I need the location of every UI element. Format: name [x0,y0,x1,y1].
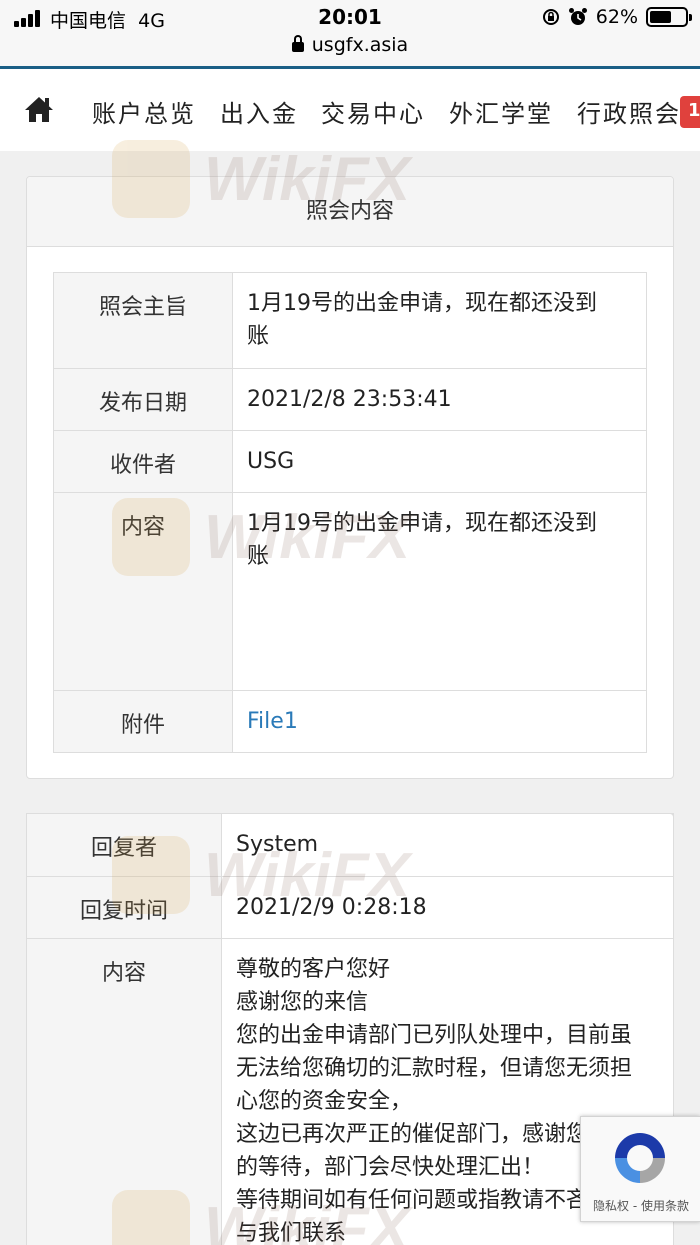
rotation-lock-icon [542,9,559,25]
replier-label: 回复者 [26,813,222,877]
battery-percent: 62% [595,6,638,28]
reply-time-value: 2021/2/9 0:28:18 [221,876,674,939]
table-row: 回复时间 2021/2/9 0:28:18 [26,876,674,939]
table-row: 内容 尊敬的客户您好 感谢您的来信 您的出金申请部门已列队处理中，目前虽无法给您… [26,938,674,1245]
recipient-value: USG [232,430,647,493]
nav-item-deposit-withdraw[interactable]: 出入金 [220,94,298,129]
recaptcha-privacy-link[interactable]: 隐私权 [593,1199,629,1213]
status-bar: 中国电信 4G 20:01 62% [0,0,700,36]
reply-line: 尊敬的客户您好 [236,957,391,982]
lock-icon [291,35,304,52]
nav-item-trading-center[interactable]: 交易中心 [321,94,425,129]
recaptcha-logo-icon [615,1133,665,1183]
subject-label: 照会主旨 [53,272,233,369]
subject-value: 1月19号的出金申请，现在都还没到账 [232,272,647,369]
reply-time-label: 回复时间 [26,876,222,939]
notice-count-badge: 1 [680,96,700,128]
reply-line: 您的出金申请部门已列队处理中，目前虽无法给您确切的汇款时程，但请您无须担心您的资… [236,1023,633,1114]
main-nav: 账户总览 出入金 交易中心 外汇学堂 行政照会 [0,69,700,151]
notice-panel-title: 照会内容 [27,177,673,247]
table-row: 回复者 System [26,813,674,877]
replier-value: System [221,813,674,877]
recaptcha-terms-link[interactable]: 使用条款 [641,1199,689,1213]
recipient-label: 收件者 [53,430,233,493]
reply-content-label: 内容 [26,938,222,1245]
content-value: 1月19号的出金申请，现在都还没到账 [232,492,647,691]
table-row: 内容 1月19号的出金申请，现在都还没到账 [53,492,647,691]
battery-icon [646,7,692,27]
table-row: 发布日期 2021/2/8 23:53:41 [53,368,647,431]
recaptcha-links: 隐私权 - 使用条款 [593,1199,689,1213]
table-row: 收件者 USG [53,430,647,493]
notice-table: 照会主旨 1月19号的出金申请，现在都还没到账 发布日期 2021/2/8 23… [53,272,647,753]
publish-date-label: 发布日期 [53,368,233,431]
table-row: 照会主旨 1月19号的出金申请，现在都还没到账 [53,272,647,369]
attachment-link[interactable]: File1 [247,709,298,734]
alarm-icon [568,8,587,25]
publish-date-value: 2021/2/8 23:53:41 [232,368,647,431]
attachment-label: 附件 [53,690,233,753]
reply-panel: 回复者 System 回复时间 2021/2/9 0:28:18 内容 尊敬的客… [26,813,674,1245]
reply-table: 回复者 System 回复时间 2021/2/9 0:28:18 内容 尊敬的客… [26,813,674,1245]
notice-panel: 照会内容 照会主旨 1月19号的出金申请，现在都还没到账 发布日期 2021/2… [26,176,674,779]
reply-line: 感谢您的来信 [236,990,369,1015]
nav-item-forex-school[interactable]: 外汇学堂 [449,94,553,129]
browser-chrome: 中国电信 4G 20:01 62% usgfx.asia [0,0,700,68]
recaptcha-badge[interactable]: 隐私权 - 使用条款 [580,1116,700,1222]
nav-item-account-overview[interactable]: 账户总览 [92,94,196,129]
home-icon[interactable] [24,95,54,123]
url-text: usgfx.asia [311,34,409,56]
nav-item-admin-notice[interactable]: 行政照会 [577,94,681,129]
content-label: 内容 [53,492,233,691]
table-row: 附件 File1 [53,690,647,753]
address-bar[interactable]: usgfx.asia [0,34,700,56]
